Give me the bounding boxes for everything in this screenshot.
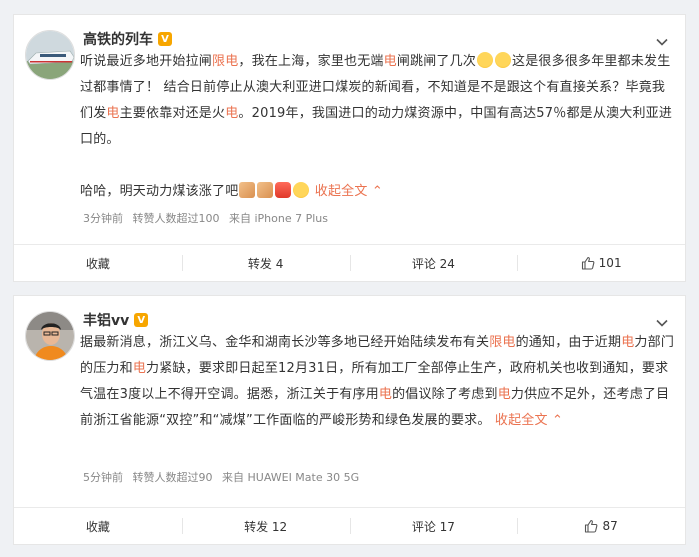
chevron-up-icon[interactable]: ⌃ (368, 184, 383, 199)
avatar[interactable] (25, 30, 75, 80)
flex-arm-emoji-icon (257, 182, 274, 198)
repost-count-text: 转赞人数超过90 (132, 471, 213, 484)
post-meta: 3分钟前 转赞人数超过100 来自 iPhone 7 Plus (83, 210, 334, 226)
laugh-emoji-icon (477, 52, 494, 68)
keyword-highlight[interactable]: 电 (379, 387, 392, 402)
like-button[interactable]: 87 (517, 508, 685, 544)
laugh-emoji-icon (495, 52, 512, 68)
keyword-highlight[interactable]: 限电 (489, 335, 515, 350)
post-card: 高铁的列车 V 听说最近多地开始拉闸限电，我在上海，家里也无端电闸跳闸了几次 这是… (13, 14, 686, 282)
keyword-highlight[interactable]: 电 (225, 106, 238, 121)
keyword-highlight[interactable]: 限电 (212, 54, 238, 69)
keyword-highlight[interactable]: 电 (133, 361, 146, 376)
comment-button[interactable]: 评论 24 (349, 245, 518, 281)
keyword-highlight[interactable]: 电 (498, 387, 511, 402)
collapse-text-link[interactable]: 收起全文 (315, 184, 368, 199)
flex-arm-emoji-icon (239, 182, 256, 198)
verified-badge-icon: V (158, 32, 172, 46)
like-button[interactable]: 101 (517, 245, 685, 281)
post-source: 来自 iPhone 7 Plus (229, 212, 329, 225)
keyword-highlight[interactable]: 电 (106, 106, 119, 121)
repost-button[interactable]: 转发 12 (181, 508, 350, 544)
post-card: 丰铝vv V 据最新消息，浙江义乌、金华和湖南长沙等多地已经开始陆续发布有关限电… (13, 295, 686, 545)
collect-button[interactable]: 收藏 (14, 245, 182, 281)
post-time[interactable]: 3分钟前 (83, 212, 123, 225)
verified-badge-icon: V (134, 313, 149, 327)
post-meta: 5分钟前 转赞人数超过90 来自 HUAWEI Mate 30 5G (83, 469, 365, 485)
thumbs-up-icon (585, 519, 598, 533)
post-source: 来自 HUAWEI Mate 30 5G (222, 471, 360, 484)
action-bar: 收藏 转发 12 评论 17 87 (14, 507, 685, 544)
shy-face-emoji-icon (293, 182, 310, 198)
comment-button[interactable]: 评论 17 (349, 508, 518, 544)
collapse-text-link[interactable]: 收起全文 (495, 413, 548, 428)
keyword-highlight[interactable]: 电 (384, 54, 397, 69)
keyword-highlight[interactable]: 电 (621, 335, 634, 350)
repost-button[interactable]: 转发 4 (181, 245, 350, 281)
train-avatar-icon (26, 31, 74, 79)
author-name[interactable]: 高铁的列车 (83, 29, 153, 49)
avatar[interactable] (25, 311, 75, 361)
repost-count-text: 转赞人数超过100 (132, 212, 220, 225)
post-text: 听说最近多地开始拉闸限电，我在上海，家里也无端电闸跳闸了几次 这是很多很多年里都未… (80, 52, 673, 199)
collect-button[interactable]: 收藏 (14, 508, 182, 544)
chevron-down-icon[interactable] (655, 316, 669, 330)
red-envelope-emoji-icon (275, 182, 292, 198)
action-bar: 收藏 转发 4 评论 24 101 (14, 244, 685, 281)
chevron-down-icon[interactable] (655, 35, 669, 49)
person-avatar-icon (26, 312, 74, 360)
chevron-up-icon[interactable]: ⌃ (548, 413, 563, 428)
thumbs-up-icon (581, 256, 595, 270)
author-name[interactable]: 丰铝vv (83, 310, 129, 330)
post-text: 据最新消息，浙江义乌、金华和湖南长沙等多地已经开始陆续发布有关限电的通知，由于近… (80, 335, 675, 428)
post-time[interactable]: 5分钟前 (83, 471, 123, 484)
